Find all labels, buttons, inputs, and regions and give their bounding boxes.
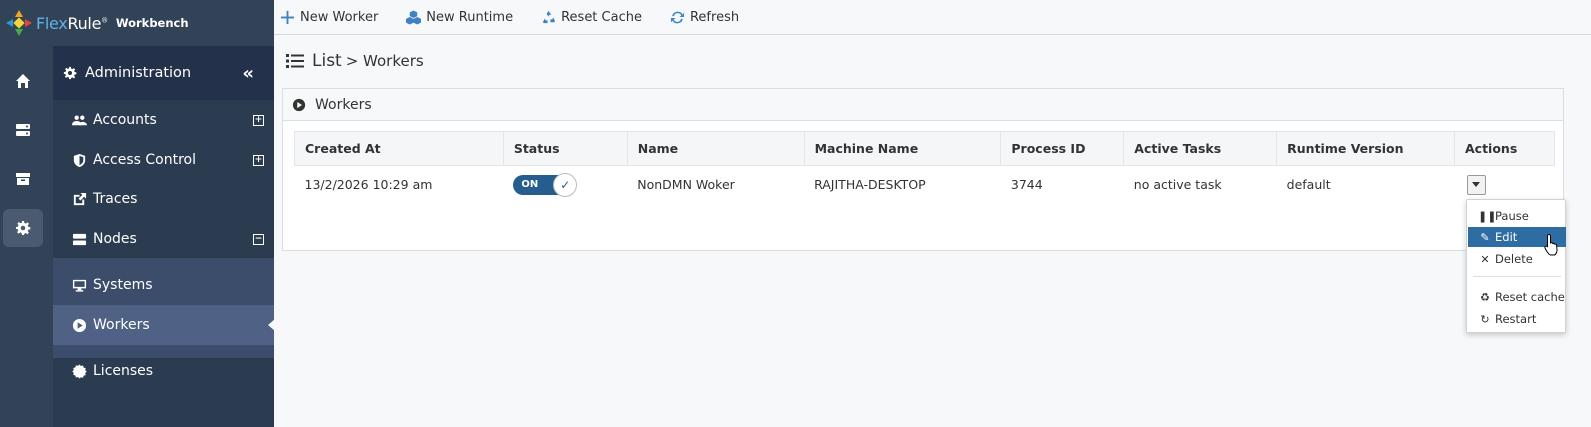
brand-name: FlexRule®: [36, 13, 108, 33]
cell-runtime-version: default: [1286, 177, 1331, 193]
cell-machine-name: RAJITHA-DESKTOP: [814, 177, 926, 193]
cubes-icon: [406, 9, 422, 25]
page-title: List > Workers: [286, 51, 424, 71]
check-icon: ✓: [553, 172, 578, 197]
redo-icon: ↻: [1480, 312, 1490, 326]
caret-down-icon: [1472, 182, 1480, 188]
cell-created-at: 13/2/2026 10:29 am: [304, 177, 433, 193]
refresh-icon: [670, 11, 685, 23]
list-icon: [286, 54, 304, 68]
collapse-sidebar-icon[interactable]: «: [242, 63, 254, 84]
server-icon: [72, 233, 87, 245]
recycle-icon: [542, 10, 556, 23]
rail-home-button[interactable]: [3, 62, 43, 100]
sidebar-title: Administration: [85, 65, 192, 81]
workers-panel: Workers Created At Status Name Machine N…: [282, 88, 1564, 251]
product-name: Workbench: [115, 16, 189, 30]
new-worker-button[interactable]: New Worker: [280, 10, 378, 25]
play-circle-icon: [292, 98, 306, 111]
gear-icon: [16, 221, 31, 235]
column-header[interactable]: Status: [502, 131, 628, 166]
shield-icon: [73, 153, 86, 167]
sidebar-item-access-control[interactable]: Access Control +: [53, 140, 274, 180]
app-logo[interactable]: FlexRule® Workbench: [0, 0, 274, 46]
sidebar-item-workers[interactable]: Workers: [53, 305, 275, 345]
rail-server-button[interactable]: [3, 111, 43, 149]
menu-item-reset-cache[interactable]: ♻ Reset cache: [1468, 287, 1566, 307]
cell-process-id: 3744: [1010, 177, 1043, 193]
flexrule-logo-icon: [6, 10, 32, 36]
column-header[interactable]: Machine Name: [803, 131, 1002, 166]
rail-archive-button[interactable]: [3, 160, 43, 198]
sidebar-item-systems[interactable]: Systems: [53, 265, 274, 305]
column-header[interactable]: Process ID: [1000, 131, 1125, 166]
status-toggle[interactable]: ON ✓: [513, 172, 578, 197]
users-icon: [72, 115, 87, 125]
expand-icon[interactable]: +: [253, 114, 264, 126]
desktop-icon: [72, 279, 87, 292]
sidebar: Administration « Accounts + Access Contr…: [53, 46, 275, 427]
server-icon: [16, 124, 30, 136]
icon-rail: [0, 0, 53, 427]
home-icon: [16, 74, 30, 88]
recycle-icon: ♻: [1480, 290, 1490, 304]
plus-icon: [280, 10, 295, 24]
close-icon: ✕: [1480, 252, 1490, 266]
panel-header[interactable]: Workers: [283, 89, 1563, 121]
gear-icon: [63, 66, 77, 80]
refresh-button[interactable]: Refresh: [670, 10, 739, 25]
archive-icon: [16, 173, 30, 185]
actions-dropdown-button[interactable]: [1466, 174, 1486, 195]
cell-status: ON ✓: [503, 166, 627, 204]
rail-settings-button[interactable]: [3, 209, 43, 247]
toolbar: New Worker New Runtime Reset Cache Refre…: [274, 0, 1591, 35]
column-header[interactable]: Active Tasks: [1123, 131, 1278, 166]
table-header-row: Created At Status Name Machine Name Proc…: [294, 131, 1555, 166]
reset-cache-button[interactable]: Reset Cache: [541, 10, 642, 25]
sidebar-item-accounts[interactable]: Accounts +: [53, 100, 274, 140]
expand-icon[interactable]: +: [253, 154, 264, 166]
active-indicator: [268, 319, 275, 331]
sidebar-header: Administration «: [53, 46, 274, 100]
pencil-icon: ✎: [1480, 230, 1490, 244]
menu-item-restart[interactable]: ↻ Restart: [1468, 309, 1566, 329]
breadcrumb: > Workers: [345, 52, 424, 70]
cell-actions: [1455, 166, 1555, 204]
collapse-icon[interactable]: −: [253, 233, 264, 245]
column-header[interactable]: Actions: [1454, 131, 1555, 166]
sidebar-item-traces[interactable]: Traces: [53, 179, 274, 219]
pause-icon: ❚❚: [1478, 209, 1497, 223]
sidebar-item-licenses[interactable]: Licenses: [53, 351, 274, 391]
external-link-icon: [73, 192, 87, 205]
column-header[interactable]: Runtime Version: [1276, 131, 1455, 166]
certificate-icon: [72, 363, 87, 379]
column-header[interactable]: Name: [626, 131, 805, 166]
play-circle-icon: [72, 318, 87, 332]
menu-divider: [1473, 276, 1561, 277]
hand-cursor-icon: [1544, 233, 1558, 256]
actions-menu: ❚❚ Pause ✎ Edit ✕ Delete ♻ Reset cache ↻…: [1466, 199, 1566, 333]
column-header[interactable]: Created At: [294, 131, 504, 166]
cell-active-tasks: no active task: [1133, 177, 1222, 193]
table-row[interactable]: 13/2/2026 10:29 am ON ✓ NonDMN Woker RAJ…: [295, 166, 1555, 204]
new-runtime-button[interactable]: New Runtime: [406, 10, 513, 25]
page-title-text: List: [312, 51, 342, 71]
workers-table: Created At Status Name Machine Name Proc…: [294, 131, 1555, 204]
cell-name: NonDMN Woker: [637, 177, 735, 193]
menu-item-pause[interactable]: ❚❚ Pause: [1468, 206, 1566, 226]
sidebar-item-nodes[interactable]: Nodes −: [53, 219, 274, 259]
